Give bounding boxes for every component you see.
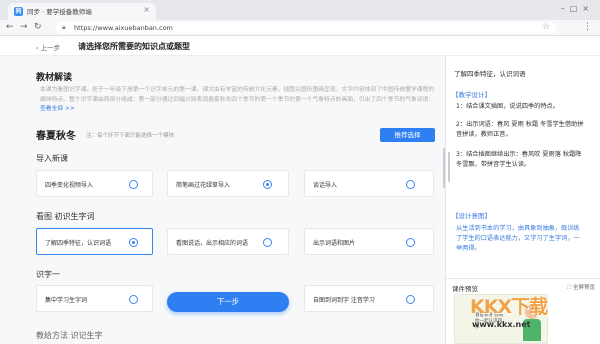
lock-icon: 🔒︎ <box>62 23 66 31</box>
material-body: 本课为看图识字课。处于一年级下册第一个识字单元的第一课。课文由有丰富的传统文化元… <box>40 87 435 103</box>
option-card[interactable]: 简笔画过花绿草导入 <box>167 170 289 197</box>
watermark: KKX下载 www.kkx.net <box>470 290 595 336</box>
tab-title: 同步 · 要学授备教师端 <box>27 8 92 16</box>
page-header: ‹ 上一步 请选择您所需要的知识点或题型 <box>0 36 600 56</box>
option-text: 出示词语和图片 <box>313 240 356 247</box>
option-card[interactable]: 出示词语和图片 <box>304 228 434 255</box>
url-input[interactable]: 🔒︎ https://www.aixuebanban.com ☆ <box>56 22 556 34</box>
close-icon[interactable]: × <box>143 5 150 14</box>
recommend-button[interactable]: 推荐选择 <box>380 128 435 142</box>
forward-arrow-icon[interactable]: → <box>20 22 28 32</box>
design-step: 3：结合插图继续出示：春风吹 夏雨落 秋霜降 冬雪飘，带拼音学生认读。 <box>456 151 582 168</box>
radio-button[interactable] <box>406 295 415 304</box>
group-label-intro: 导入新课 <box>36 154 68 163</box>
page-title: 请选择您所需要的知识点或题型 <box>78 42 190 51</box>
tab-favicon-icon: 同 <box>14 7 23 16</box>
option-text: 简笔画过花绿草导入 <box>176 182 231 189</box>
back-arrow-icon[interactable]: ← <box>6 22 14 32</box>
back-link[interactable]: ‹ 上一步 <box>36 42 60 52</box>
next-step-button[interactable]: 下一步 <box>167 292 289 312</box>
intent-text: 从生活到书本的学习，由具象到抽象，既训练了学生的口语表达能力，又学习了生字词，一… <box>456 225 580 252</box>
view-all-link[interactable]: 查看全部 >> <box>40 106 75 112</box>
main-panel: 教材解读 本课为看图识字课。处于一年级下册第一个识字单元的第一课。课文由有丰富的… <box>0 56 445 344</box>
option-card-selected[interactable]: 了解四季特征，认识词语 <box>36 228 153 255</box>
watermark-url: www.kkx.net <box>472 320 531 329</box>
group-label-literacy: 识字一 <box>36 270 60 279</box>
option-text: 看图说话，出示相应的词语 <box>176 240 249 247</box>
browser-tab-bar: 同 同步 · 要学授备教师端 × –□× <box>0 0 600 20</box>
browser-tab[interactable]: 同 同步 · 要学授备教师端 × <box>8 3 156 20</box>
watermark-logo: KKX下载 <box>470 296 548 318</box>
radio-button[interactable] <box>129 295 138 304</box>
back-label: 上一步 <box>40 44 61 52</box>
design-heading: 【教学设计】 <box>452 91 491 99</box>
option-card[interactable]: 四季变化视频导入 <box>36 170 153 197</box>
option-text: 谈话导入 <box>313 182 338 189</box>
option-card[interactable]: 集中学习生字词 <box>36 285 153 312</box>
menu-icon[interactable]: ⋮ <box>583 22 592 32</box>
radio-button[interactable] <box>406 180 415 189</box>
design-step: 2：出示词语：春风 夏雨 秋霜 冬雪学生借助拼音拼读，教师正音。 <box>456 121 584 138</box>
lesson-title: 春夏秋冬 <box>36 131 76 142</box>
design-step: 1：结合课文插图，说说四季的特点。 <box>456 103 559 110</box>
selected-topic: 了解四季特征，认识词语 <box>454 70 526 78</box>
group-label-words: 看图 初识生字词 <box>36 212 95 221</box>
option-card[interactable]: 谈话导入 <box>304 170 434 197</box>
lesson-note: 注：每个环节下面只能选择一个模块 <box>86 133 175 139</box>
option-card[interactable]: 看图说话，出示相应的词语 <box>167 228 289 255</box>
radio-button[interactable] <box>129 180 138 189</box>
group-label-methods: 教给方法 识记生字 <box>36 331 103 340</box>
radio-button[interactable] <box>406 238 415 247</box>
url-text: https://www.aixuebanban.com <box>74 24 173 32</box>
option-text: 四季变化视频导入 <box>45 182 94 189</box>
option-text: 了解四季特征，认识词语 <box>45 240 112 247</box>
option-card[interactable]: 自图到词到字 注音学习 <box>304 285 434 312</box>
radio-button-selected[interactable] <box>263 180 272 189</box>
material-title: 教材解读 <box>36 73 73 83</box>
radio-button[interactable] <box>263 238 272 247</box>
material-text: 本课为看图识字课。处于一年级下册第一个识字单元的第一课。课文由有丰富的传统文化元… <box>40 86 435 115</box>
bookmark-star-icon[interactable]: ☆ <box>542 22 550 32</box>
reload-icon[interactable]: ↻ <box>34 22 42 32</box>
radio-button-selected[interactable] <box>129 238 138 247</box>
intent-heading: 【设计意图】 <box>452 212 491 220</box>
address-bar: ← → ↻ 🔒︎ https://www.aixuebanban.com ☆ ⋮ <box>0 20 600 36</box>
option-text: 自图到词到字 注音学习 <box>313 297 375 304</box>
option-text: 集中学习生字词 <box>45 297 88 304</box>
scrollbar[interactable] <box>448 152 450 182</box>
window-controls[interactable]: –□× <box>561 4 594 13</box>
